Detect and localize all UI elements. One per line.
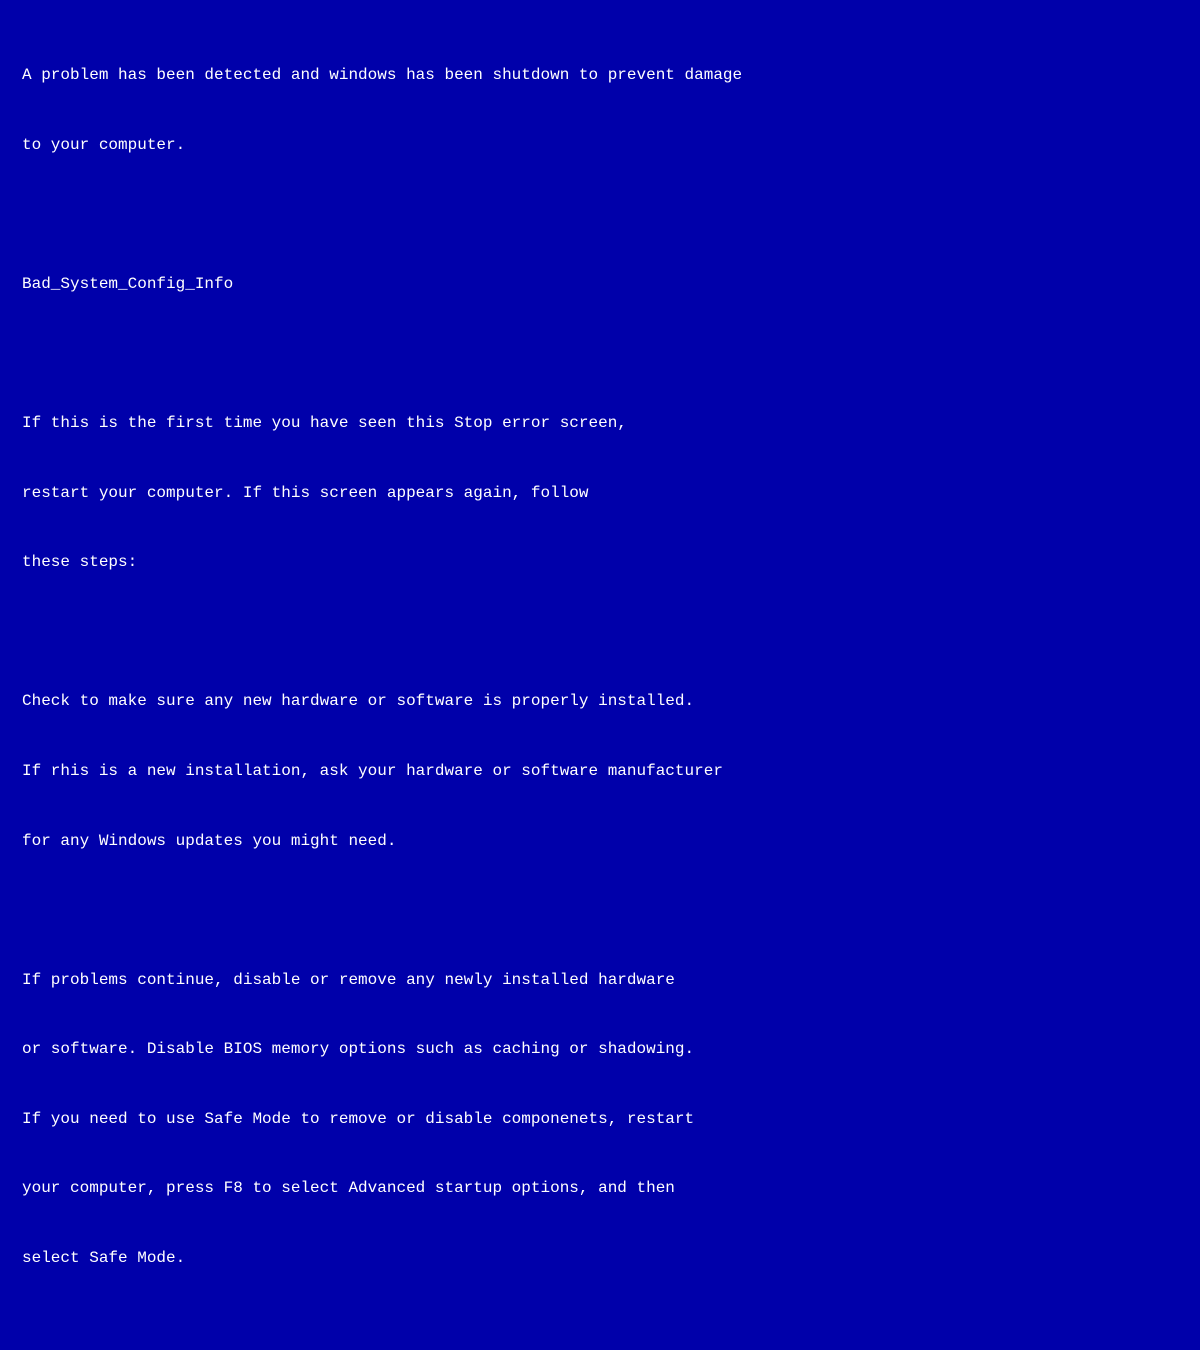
bsod-line-12: for any Windows updates you might need. xyxy=(22,830,1178,853)
bsod-line-7: restart your computer. If this screen ap… xyxy=(22,482,1178,505)
bsod-blank-2 xyxy=(22,343,1178,366)
bsod-blank-5 xyxy=(22,1317,1178,1340)
bsod-line-8: these steps: xyxy=(22,551,1178,574)
bsod-line-10: Check to make sure any new hardware or s… xyxy=(22,690,1178,713)
bsod-content: A problem has been detected and windows … xyxy=(22,18,1178,1350)
bsod-line-16: If you need to use Safe Mode to remove o… xyxy=(22,1108,1178,1131)
bsod-line-6: If this is the first time you have seen … xyxy=(22,412,1178,435)
bsod-error-code: Bad_System_Config_Info xyxy=(22,273,1178,296)
bsod-line-18: select Safe Mode. xyxy=(22,1247,1178,1270)
bsod-line-2: to your computer. xyxy=(22,134,1178,157)
bsod-blank-4 xyxy=(22,899,1178,922)
bsod-screen: A problem has been detected and windows … xyxy=(0,0,1200,675)
bsod-line-14: If problems continue, disable or remove … xyxy=(22,969,1178,992)
bsod-blank-1 xyxy=(22,204,1178,227)
bsod-line-17: your computer, press F8 to select Advanc… xyxy=(22,1177,1178,1200)
bsod-line-15: or software. Disable BIOS memory options… xyxy=(22,1038,1178,1061)
bsod-line-11: If rhis is a new installation, ask your … xyxy=(22,760,1178,783)
bsod-line-1: A problem has been detected and windows … xyxy=(22,64,1178,87)
bsod-blank-3 xyxy=(22,621,1178,644)
